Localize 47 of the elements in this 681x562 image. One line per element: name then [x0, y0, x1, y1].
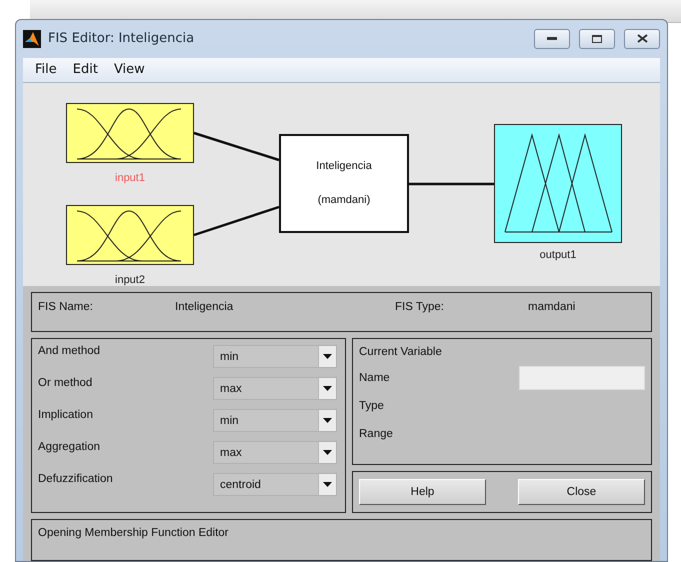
method-dropdown[interactable]: max: [213, 441, 337, 464]
fis-name-value: Inteligencia: [175, 301, 234, 315]
menu-item[interactable]: View: [106, 60, 153, 80]
close-dialog-button[interactable]: Close: [518, 479, 645, 505]
system-type: (mamdani): [316, 194, 372, 206]
field-label: Range: [359, 428, 393, 440]
minimize-button[interactable]: [534, 28, 570, 49]
field-label: FIS Name:: [38, 301, 94, 315]
caret-icon: [323, 418, 332, 423]
caret-icon: [323, 482, 332, 487]
variable-label: output1: [540, 248, 576, 261]
menu-item[interactable]: File: [27, 60, 65, 80]
caret-icon: [323, 354, 332, 359]
method-dropdown[interactable]: max: [213, 377, 337, 400]
close-icon: [636, 34, 648, 44]
maximize-icon: [592, 34, 602, 43]
field-label: Name: [359, 372, 390, 384]
method-dropdown[interactable]: min: [213, 345, 337, 368]
close-button[interactable]: [624, 28, 660, 49]
caret-icon: [323, 386, 332, 391]
name-input-field[interactable]: [519, 366, 645, 390]
method-label: Implication: [38, 409, 93, 421]
field-label: FIS Type:: [395, 301, 446, 315]
method-label: Aggregation: [38, 441, 100, 453]
system-name: Inteligencia: [315, 160, 373, 172]
variable-label: input2: [115, 274, 145, 286]
system-node[interactable]: Inteligencia (mamdani): [279, 134, 409, 233]
input-variable-node[interactable]: [66, 204, 194, 265]
variable-label: input1: [115, 172, 145, 184]
minimize-icon: [547, 36, 557, 41]
caret-icon: [323, 450, 332, 455]
output-variable-node[interactable]: [494, 124, 622, 243]
method-dropdown[interactable]: centroid: [213, 473, 337, 496]
method-label: And method: [38, 345, 100, 357]
input-variable-node[interactable]: [66, 102, 194, 163]
method-label: Or method: [38, 377, 92, 389]
field-label: Type: [359, 400, 384, 412]
panel-title: Current Variable: [359, 346, 443, 358]
method-label: Defuzzification: [38, 473, 113, 485]
window-title: FIS Editor: Inteligencia: [48, 31, 196, 46]
menu-item[interactable]: Edit: [64, 60, 106, 80]
method-dropdown[interactable]: min: [213, 409, 337, 432]
maximize-button[interactable]: [579, 28, 615, 49]
fis-type-value: mamdani: [528, 301, 576, 315]
help-button[interactable]: Help: [359, 479, 486, 505]
app-logo-icon: [23, 30, 41, 48]
status-message: Opening Membership Function Editor: [38, 527, 228, 539]
